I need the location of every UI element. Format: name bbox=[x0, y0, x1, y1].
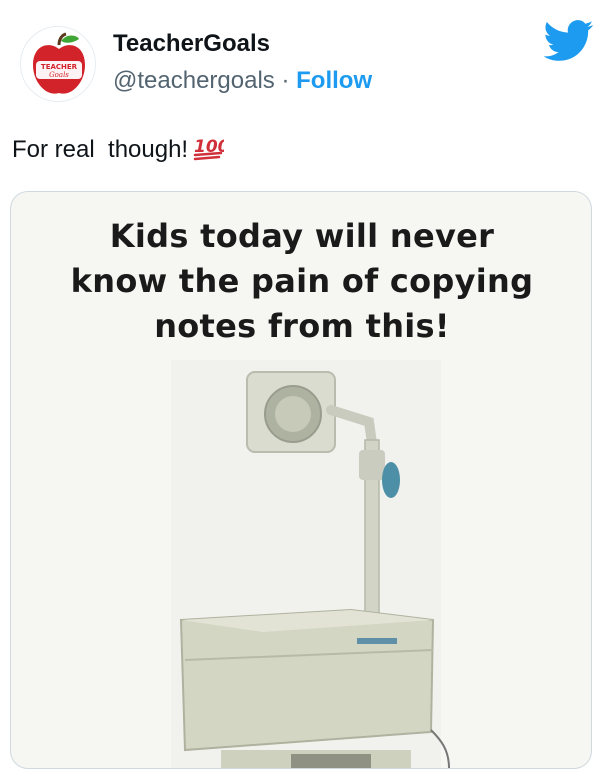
follow-link[interactable]: Follow bbox=[296, 67, 372, 94]
tweet-header: TEACHER Goals TeacherGoals @teachergoals… bbox=[0, 0, 615, 110]
svg-text:Goals: Goals bbox=[49, 71, 69, 79]
overhead-projector-icon bbox=[171, 360, 450, 768]
apple-logo-icon: TEACHER Goals bbox=[21, 27, 95, 101]
tweet-text: For real though! 100 bbox=[12, 134, 230, 170]
hundred-points-emoji-icon: 100 bbox=[192, 135, 230, 170]
tweet-body: For real though! bbox=[12, 136, 189, 163]
author-name[interactable]: TeacherGoals bbox=[113, 30, 270, 58]
tweet-media-image[interactable]: Kids today will never know the pain of c… bbox=[10, 191, 592, 769]
author-avatar[interactable]: TEACHER Goals bbox=[20, 26, 96, 102]
twitter-bird-icon[interactable] bbox=[543, 20, 594, 62]
caption-line: Kids today will never bbox=[109, 217, 495, 255]
handle-line: @teachergoals · Follow bbox=[113, 66, 372, 96]
meme-caption: Kids today will never know the pain of c… bbox=[11, 214, 591, 349]
author-handle[interactable]: @teachergoals bbox=[113, 67, 275, 94]
caption-line: know the pain of copying bbox=[70, 262, 534, 300]
svg-text:TEACHER: TEACHER bbox=[41, 63, 78, 71]
separator-dot: · bbox=[274, 67, 297, 94]
caption-line: notes from this! bbox=[154, 307, 450, 345]
